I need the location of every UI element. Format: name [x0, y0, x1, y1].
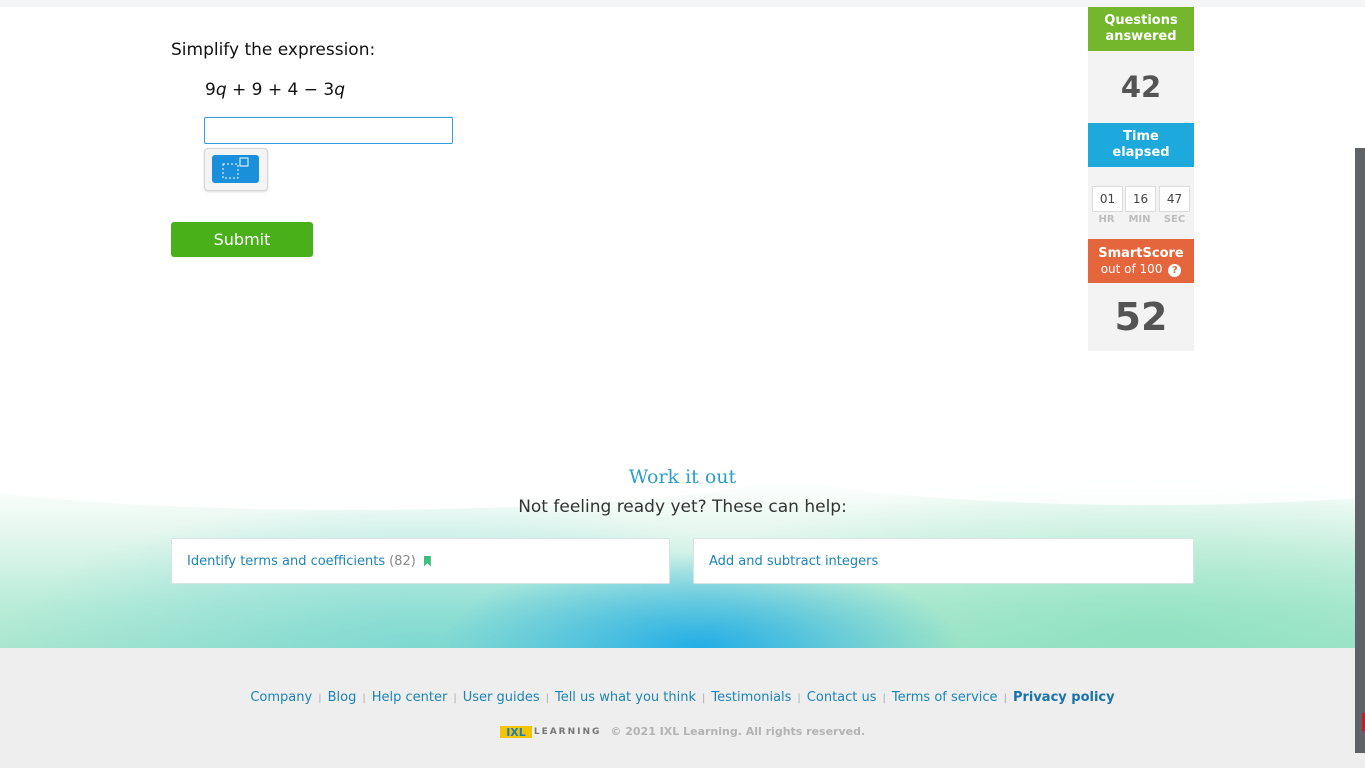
- time-elapsed-label: Time elapsed: [1088, 123, 1194, 167]
- smartscore-header: SmartScore out of 100 ?: [1088, 239, 1194, 283]
- timer-hours: 01: [1092, 186, 1123, 212]
- footer-separator: |: [453, 693, 457, 704]
- work-it-out-subtitle: Not feeling ready yet? These can help:: [518, 497, 847, 517]
- submit-button[interactable]: Submit: [171, 222, 313, 257]
- expr-var-1: q: [215, 80, 227, 100]
- learning-wordmark: LEARNING: [533, 727, 602, 737]
- footer-link-testimonials[interactable]: Testimonials: [711, 690, 791, 705]
- question-prompt: Simplify the expression:: [171, 40, 376, 60]
- bookmark-icon: [423, 555, 431, 567]
- smartscore-label: SmartScore: [1098, 246, 1184, 261]
- footer-link-blog[interactable]: Blog: [328, 690, 357, 705]
- scrollbar[interactable]: [1355, 148, 1365, 753]
- footer-separator: |: [1003, 693, 1007, 704]
- timer-hours-label: HR: [1098, 214, 1115, 225]
- footer-link-help-center[interactable]: Help center: [372, 690, 448, 705]
- work-it-out-title: Work it out: [628, 466, 737, 488]
- smartscore-out-of: out of 100: [1100, 262, 1163, 276]
- footer-separator: |: [797, 693, 801, 704]
- ixl-logo-icon: IXL: [499, 726, 532, 739]
- copyright: © 2021 IXL Learning. All rights reserved…: [610, 725, 866, 738]
- footer-link-user-guides[interactable]: User guides: [463, 690, 540, 705]
- expr-var-2: q: [334, 80, 346, 100]
- expr-rest: + 9 + 4 − 3: [226, 80, 335, 100]
- footer-link-feedback[interactable]: Tell us what you think: [555, 690, 696, 705]
- footer-link-privacy[interactable]: Privacy policy: [1013, 690, 1115, 705]
- footer-links: Company | Blog | Help center | User guides | Tel…: [0, 690, 1365, 705]
- footer-link-company[interactable]: Company: [250, 690, 312, 705]
- ixl-logo-text: IXL: [506, 726, 526, 739]
- skill-card-add-subtract-integers[interactable]: Add and subtract integers: [693, 538, 1194, 584]
- footer-separator: |: [362, 693, 366, 704]
- footer: Company | Blog | Help center | User guides | Tel…: [0, 648, 1365, 768]
- help-icon[interactable]: ?: [1168, 264, 1182, 277]
- footer-link-contact[interactable]: Contact us: [807, 690, 877, 705]
- timer-minutes: 16: [1125, 186, 1156, 212]
- timer-seconds: 47: [1159, 186, 1190, 212]
- top-strip: [0, 0, 1365, 7]
- footer-separator: |: [318, 693, 322, 704]
- footer-bottom: IXL LEARNING © 2021 IXL Learning. All rig…: [0, 725, 1365, 739]
- expr-coef-1: 9: [205, 80, 216, 100]
- fraction-button[interactable]: [204, 148, 268, 191]
- answer-input[interactable]: [204, 117, 453, 144]
- smartscore-sublabel: out of 100 ?: [1088, 262, 1194, 277]
- fraction-icon: [212, 155, 259, 183]
- footer-separator: |: [882, 693, 886, 704]
- footer-separator: |: [545, 693, 549, 704]
- timer-seconds-label: SEC: [1163, 214, 1186, 225]
- math-expression: 9q + 9 + 4 − 3q: [205, 80, 345, 100]
- skill-link[interactable]: Identify terms and coefficients: [187, 554, 385, 569]
- smartscore-value: 52: [1088, 283, 1194, 351]
- skill-count: (82): [389, 553, 416, 569]
- footer-link-terms[interactable]: Terms of service: [892, 690, 998, 705]
- timer-minutes-label: MIN: [1128, 214, 1151, 225]
- skill-card-identify-terms[interactable]: Identify terms and coefficients (82): [171, 538, 670, 584]
- timer: 01 16 47 HR MIN SEC: [1088, 167, 1194, 239]
- questions-answered-count: 42: [1088, 51, 1194, 123]
- footer-separator: |: [702, 693, 706, 704]
- skill-link[interactable]: Add and subtract integers: [709, 554, 878, 569]
- questions-answered-label: Questions answered: [1088, 7, 1194, 51]
